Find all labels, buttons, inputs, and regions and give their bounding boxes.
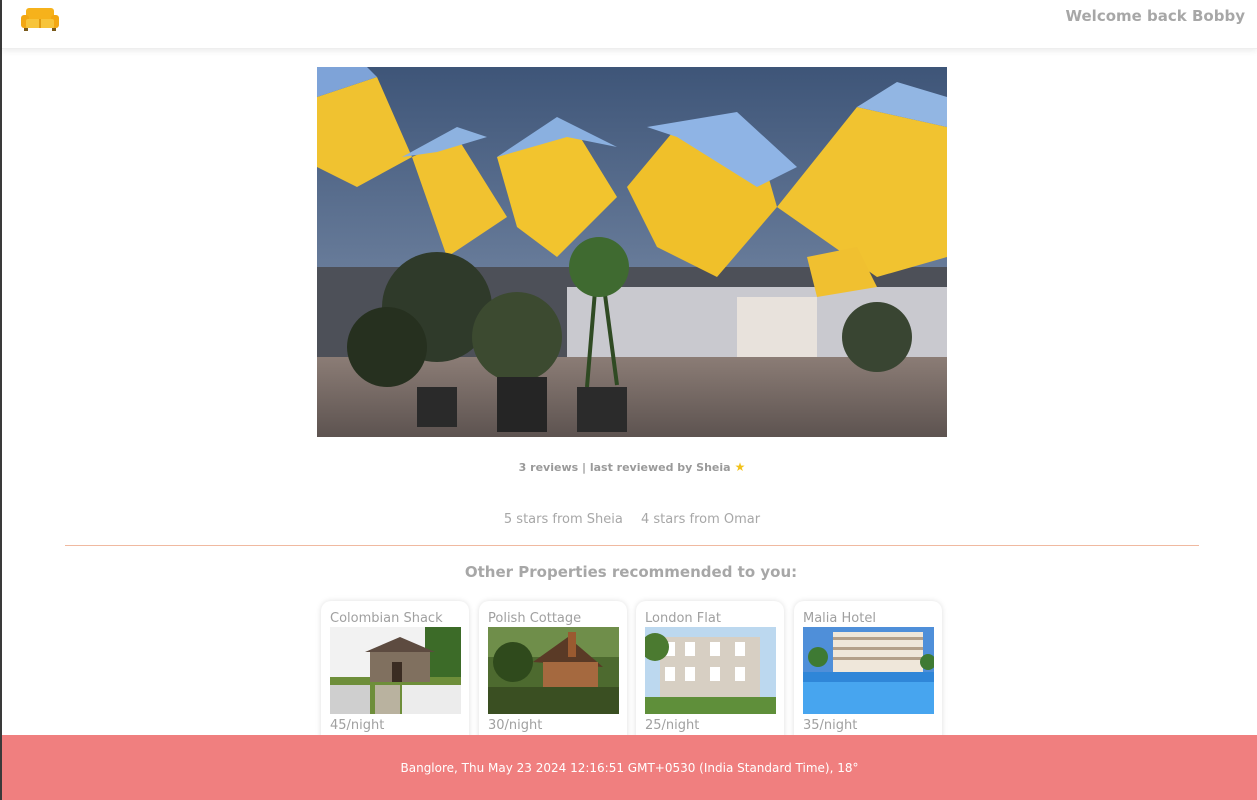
star-icon: ★: [734, 460, 746, 474]
card-price: 35/night: [803, 718, 858, 733]
property-card-polish-cottage[interactable]: Polish Cottage 30/night: [479, 601, 627, 751]
property-thumbnail: [645, 627, 776, 714]
card-title: Polish Cottage: [488, 611, 582, 626]
property-card-colombian-shack[interactable]: Colombian Shack 45/night: [321, 601, 469, 751]
card-price: 25/night: [645, 718, 700, 733]
card-title: Colombian Shack: [330, 611, 443, 626]
sofa-icon[interactable]: [18, 4, 62, 34]
property-card-london-flat[interactable]: London Flat 25/night: [636, 601, 784, 751]
review-list: 5 stars from Sheia 4 stars from Omar: [317, 512, 947, 527]
review-item: 4 stars from Omar: [641, 512, 761, 527]
review-item: 5 stars from Sheia: [503, 512, 623, 527]
property-thumbnail: [330, 627, 461, 714]
property-card-malia-hotel[interactable]: Malia Hotel 35/night: [794, 601, 942, 751]
window-edge: [0, 0, 2, 800]
reviews-summary-text: 3 reviews | last reviewed by Sheia: [518, 461, 731, 474]
footer-bar: Banglore, Thu May 23 2024 12:16:51 GMT+0…: [2, 735, 1257, 800]
footer-location-time: Banglore, Thu May 23 2024 12:16:51 GMT+0…: [400, 761, 859, 775]
property-hero-image: [317, 67, 947, 437]
card-price: 45/night: [330, 718, 385, 733]
property-thumbnail: [803, 627, 934, 714]
card-title: Malia Hotel: [803, 611, 876, 626]
reviews-summary: 3 reviews | last reviewed by Sheia ★: [317, 460, 947, 474]
recommendations-title: Other Properties recommended to you:: [464, 563, 798, 581]
welcome-message: Welcome back Bobby: [1065, 7, 1246, 25]
top-header: Welcome back Bobby: [2, 0, 1257, 49]
card-title: London Flat: [645, 611, 721, 626]
property-thumbnail: [488, 627, 619, 714]
section-divider: [65, 545, 1199, 546]
card-price: 30/night: [488, 718, 543, 733]
